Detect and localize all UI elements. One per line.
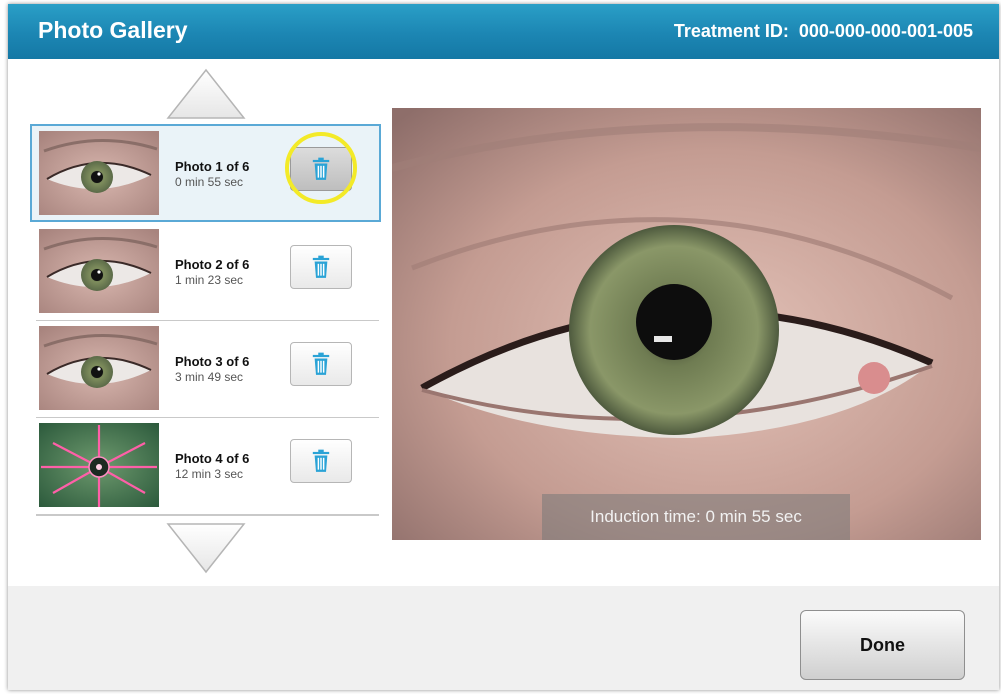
photo-thumbnail xyxy=(39,326,159,410)
photo-thumbnail xyxy=(39,229,159,313)
highlight-ring xyxy=(285,132,357,204)
list-item[interactable]: Photo 3 of 6 3 min 49 sec xyxy=(32,321,379,418)
photo-label: Photo 2 of 6 xyxy=(175,257,250,272)
photo-time: 3 min 49 sec xyxy=(175,370,244,384)
list-item[interactable]: Photo 1 of 6 0 min 55 sec xyxy=(30,124,381,222)
photo-time: 12 min 3 sec xyxy=(175,467,244,481)
photo-list: Photo 1 of 6 0 min 55 sec Photo 2 of 6 1… xyxy=(30,124,381,518)
photo-time: 1 min 23 sec xyxy=(175,273,244,287)
list-item[interactable]: Photo 4 of 6 12 min 3 sec xyxy=(32,418,379,516)
header-bar: Photo Gallery Treatment ID: 000-000-000-… xyxy=(8,4,999,59)
scroll-up-button[interactable] xyxy=(166,68,246,120)
divider xyxy=(36,515,379,516)
eye-photo-thumbnail xyxy=(39,229,159,313)
done-button[interactable]: Done xyxy=(800,610,965,680)
scroll-down-button[interactable] xyxy=(166,522,246,574)
eye-photo xyxy=(392,108,981,540)
trash-icon xyxy=(311,449,331,473)
page-title: Photo Gallery xyxy=(38,17,188,43)
down-arrow-icon xyxy=(166,523,246,574)
trash-icon xyxy=(311,255,331,279)
photo-label: Photo 4 of 6 xyxy=(175,451,250,466)
induction-time-caption: Induction time: 0 min 55 sec xyxy=(542,494,850,540)
photo-thumbnail xyxy=(39,131,159,215)
treatment-id: Treatment ID: 000-000-000-001-005 xyxy=(674,21,973,42)
photo-time: 0 min 55 sec xyxy=(175,175,244,189)
aligned-eye-photo-thumbnail xyxy=(39,423,159,507)
eye-photo-thumbnail xyxy=(39,131,159,215)
photo-thumbnail xyxy=(39,423,159,507)
main-photo-viewer: Induction time: 0 min 55 sec xyxy=(392,108,981,540)
delete-photo-button[interactable] xyxy=(290,439,352,483)
photo-label: Photo 1 of 6 xyxy=(175,159,250,174)
app-window: Photo Gallery Treatment ID: 000-000-000-… xyxy=(8,4,999,690)
eye-photo-thumbnail xyxy=(39,326,159,410)
treatment-id-value: 000-000-000-001-005 xyxy=(798,21,973,41)
up-arrow-icon xyxy=(166,68,246,119)
treatment-id-label: Treatment ID: xyxy=(673,21,789,41)
photo-label: Photo 3 of 6 xyxy=(175,354,250,369)
trash-icon xyxy=(311,352,331,376)
delete-photo-button[interactable] xyxy=(290,342,352,386)
footer-bar: Done xyxy=(8,586,999,690)
delete-photo-button[interactable] xyxy=(290,245,352,289)
list-item[interactable]: Photo 2 of 6 1 min 23 sec xyxy=(32,224,379,321)
